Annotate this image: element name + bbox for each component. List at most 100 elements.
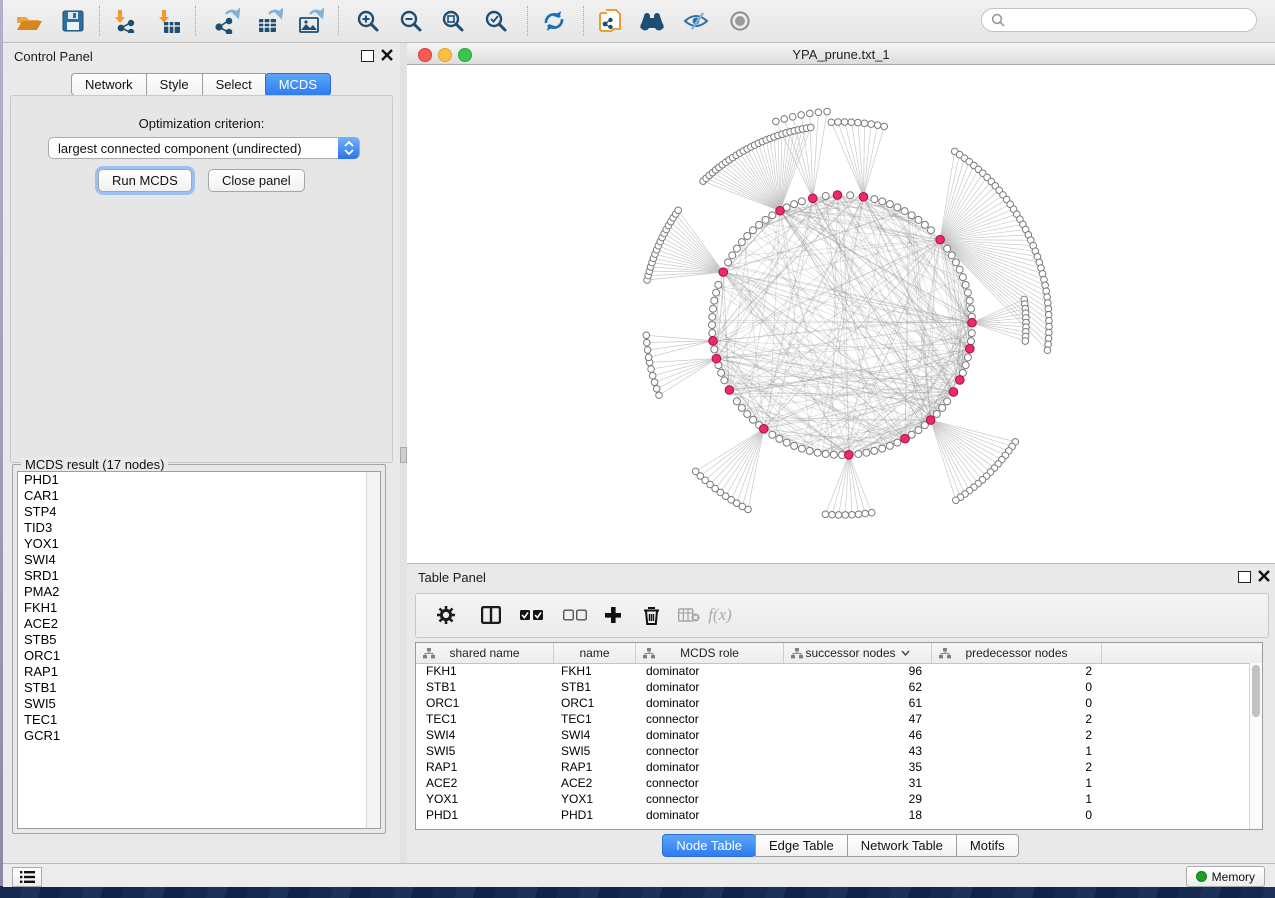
- node-table[interactable]: shared namenameMCDS rolesuccessor nodesp…: [415, 642, 1263, 830]
- task-history-button[interactable]: [12, 867, 42, 887]
- mcds-result-item[interactable]: CAR1: [18, 488, 380, 504]
- tab-motifs[interactable]: Motifs: [956, 834, 1019, 857]
- table-row-FKH1[interactable]: FKH1FKH1dominator962: [416, 663, 1262, 679]
- table-cell: STB1: [426, 680, 456, 694]
- network-window-titlebar[interactable]: YPA_prune.txt_1: [407, 43, 1275, 65]
- preview-eye-icon[interactable]: [723, 6, 757, 36]
- export-table-button[interactable]: [252, 6, 286, 36]
- mcds-result-item[interactable]: YOX1: [18, 536, 380, 552]
- zoom-fit-button[interactable]: [436, 6, 470, 36]
- open-file-button[interactable]: [12, 6, 46, 36]
- toolbar-separator: [583, 6, 584, 36]
- table-scrollbar[interactable]: [1249, 663, 1262, 829]
- mcds-result-item[interactable]: GCR1: [18, 728, 380, 744]
- table-cell: SWI5: [426, 744, 455, 758]
- import-table-button[interactable]: [151, 6, 185, 36]
- tab-network-table[interactable]: Network Table: [847, 834, 957, 857]
- export-network-button[interactable]: [209, 6, 243, 36]
- export-image-button[interactable]: [293, 6, 327, 36]
- save-session-button[interactable]: [56, 6, 90, 36]
- apply-layout-button[interactable]: [537, 6, 571, 36]
- deselect-all-checks-icon[interactable]: [559, 600, 591, 630]
- table-row-STB1[interactable]: STB1STB1dominator620: [416, 679, 1262, 695]
- table-cell: connector: [646, 712, 699, 726]
- optimization-criterion-label: Optimization criterion:: [11, 116, 392, 131]
- close-panel-icon[interactable]: [381, 49, 393, 61]
- table-cell: 2: [932, 712, 1092, 726]
- mcds-result-item[interactable]: STP4: [18, 504, 380, 520]
- network-graph[interactable]: [407, 65, 1275, 563]
- vertical-splitter[interactable]: [400, 43, 407, 863]
- tab-node-table[interactable]: Node Table: [662, 834, 756, 857]
- split-view-icon[interactable]: [475, 600, 507, 630]
- table-scrollbar-thumb[interactable]: [1252, 665, 1260, 717]
- table-row-RAP1[interactable]: RAP1RAP1dominator352: [416, 759, 1262, 775]
- table-cell: PHD1: [426, 808, 458, 822]
- table-row-SWI4[interactable]: SWI4SWI4dominator462: [416, 727, 1262, 743]
- float-panel-icon[interactable]: [361, 50, 374, 62]
- zoom-in-button[interactable]: [351, 6, 385, 36]
- search-input[interactable]: [981, 8, 1257, 32]
- show-hide-eye-slash-icon[interactable]: [679, 6, 713, 36]
- select-all-checks-icon[interactable]: [516, 600, 548, 630]
- mcds-result-item[interactable]: PHD1: [18, 472, 380, 488]
- mcds-result-item[interactable]: STB5: [18, 632, 380, 648]
- mcds-result-item[interactable]: SWI5: [18, 696, 380, 712]
- add-column-plus-icon[interactable]: [597, 600, 629, 630]
- close-table-panel-icon[interactable]: [1258, 570, 1270, 582]
- mcds-result-item[interactable]: STB1: [18, 680, 380, 696]
- import-network-button[interactable]: [107, 6, 141, 36]
- table-cell: 1: [932, 792, 1092, 806]
- network-from-selection-button[interactable]: [593, 6, 627, 36]
- column-header-predecessor-nodes[interactable]: predecessor nodes: [932, 643, 1102, 663]
- table-cell: 2: [932, 728, 1092, 742]
- mcds-result-item[interactable]: TEC1: [18, 712, 380, 728]
- column-header-shared-name[interactable]: shared name: [416, 643, 554, 663]
- mcds-result-item[interactable]: FKH1: [18, 600, 380, 616]
- tab-network[interactable]: Network: [71, 73, 147, 96]
- mcds-result-item[interactable]: RAP1: [18, 664, 380, 680]
- close-panel-button[interactable]: Close panel: [208, 169, 305, 192]
- mcds-result-item[interactable]: ACE2: [18, 616, 380, 632]
- zoom-out-button[interactable]: [394, 6, 428, 36]
- column-settings-gear-icon[interactable]: [430, 600, 462, 630]
- mcds-result-item[interactable]: PMA2: [18, 584, 380, 600]
- tab-style[interactable]: Style: [146, 73, 203, 96]
- table-cell: dominator: [646, 680, 699, 694]
- column-header-MCDS-role[interactable]: MCDS role: [636, 643, 784, 663]
- tab-select[interactable]: Select: [202, 73, 266, 96]
- table-cell: 31: [784, 776, 922, 790]
- table-row-PHD1[interactable]: PHD1PHD1dominator180: [416, 807, 1262, 823]
- zoom-selected-button[interactable]: [479, 6, 513, 36]
- function-builder-icon[interactable]: f(x): [704, 600, 736, 630]
- delete-column-trash-icon[interactable]: [635, 600, 667, 630]
- table-row-ORC1[interactable]: ORC1ORC1dominator610: [416, 695, 1262, 711]
- splitter-grip[interactable]: [400, 447, 407, 463]
- table-toolbar: f(x): [415, 593, 1269, 638]
- table-cell: 1: [932, 744, 1092, 758]
- table-row-ACE2[interactable]: ACE2ACE2connector311: [416, 775, 1262, 791]
- find-binoculars-icon[interactable]: [635, 6, 669, 36]
- mcds-result-group: MCDS result (17 nodes) PHD1CAR1STP4TID3Y…: [12, 464, 386, 834]
- network-canvas[interactable]: [407, 65, 1275, 563]
- mcds-result-item[interactable]: SWI4: [18, 552, 380, 568]
- optimization-criterion-select[interactable]: largest connected component (undirected): [48, 137, 360, 159]
- table-cell: FKH1: [561, 664, 592, 678]
- table-row-SWI5[interactable]: SWI5SWI5connector431: [416, 743, 1262, 759]
- mcds-result-item[interactable]: ORC1: [18, 648, 380, 664]
- tab-edge-table[interactable]: Edge Table: [755, 834, 848, 857]
- mcds-result-item[interactable]: SRD1: [18, 568, 380, 584]
- float-table-panel-icon[interactable]: [1238, 571, 1251, 583]
- column-header-successor-nodes[interactable]: successor nodes: [784, 643, 932, 663]
- table-row-TEC1[interactable]: TEC1TEC1connector472: [416, 711, 1262, 727]
- mcds-list-scrollbar[interactable]: [366, 472, 380, 828]
- column-header-name[interactable]: name: [554, 643, 636, 663]
- tab-mcds[interactable]: MCDS: [265, 73, 331, 96]
- table-row-YOX1[interactable]: YOX1YOX1connector291: [416, 791, 1262, 807]
- mcds-result-list[interactable]: PHD1CAR1STP4TID3YOX1SWI4SRD1PMA2FKH1ACE2…: [17, 471, 381, 829]
- memory-button[interactable]: Memory: [1186, 866, 1265, 887]
- delete-table-icon[interactable]: [673, 600, 705, 630]
- run-mcds-button[interactable]: Run MCDS: [98, 169, 192, 192]
- mcds-result-item[interactable]: TID3: [18, 520, 380, 536]
- control-panel: Control Panel NetworkStyleSelectMCDS Opt…: [3, 43, 400, 863]
